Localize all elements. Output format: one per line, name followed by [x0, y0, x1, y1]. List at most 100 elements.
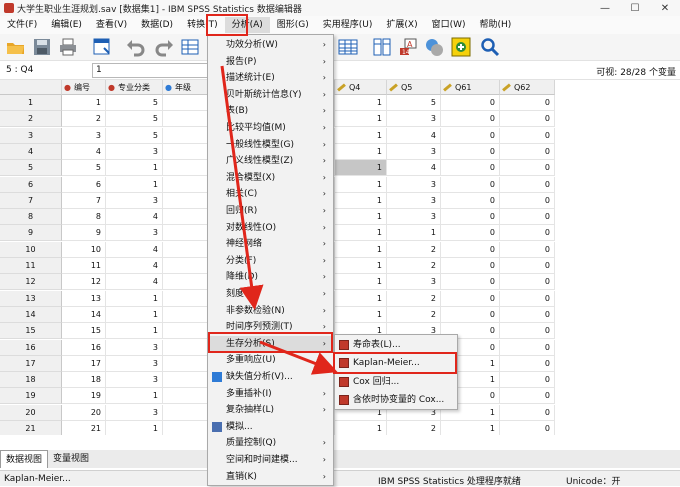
- row-number[interactable]: 5: [0, 160, 62, 177]
- table-cell[interactable]: 0: [500, 421, 555, 435]
- table-cell[interactable]: 1: [106, 388, 163, 405]
- table-cell[interactable]: 0: [441, 306, 500, 323]
- table-cell[interactable]: 1: [335, 241, 387, 258]
- recall-dialog-icon[interactable]: [92, 37, 112, 57]
- table-cell[interactable]: 0: [441, 225, 500, 242]
- analyze-menu-item[interactable]: 一般线性模型(G) ›: [208, 137, 333, 153]
- table-cell[interactable]: 20: [62, 404, 106, 421]
- table-cell[interactable]: 0: [441, 258, 500, 274]
- table-cell[interactable]: 0: [500, 372, 555, 389]
- analyze-menu-item[interactable]: 比较平均值(M) ›: [208, 120, 333, 136]
- table-cell[interactable]: 2: [387, 290, 441, 307]
- table-cell[interactable]: 0: [441, 95, 500, 111]
- row-number[interactable]: 17: [0, 355, 62, 372]
- table-cell[interactable]: 11: [62, 258, 106, 274]
- table-cell[interactable]: 0: [500, 225, 555, 242]
- table-cell[interactable]: 0: [441, 290, 500, 307]
- table-cell[interactable]: 3: [106, 143, 163, 160]
- table-cell[interactable]: 1: [441, 421, 500, 435]
- column-header[interactable]: ● 编号: [62, 80, 106, 95]
- survival-submenu-item[interactable]: 含依时协变量的 Cox...: [335, 391, 457, 409]
- analyze-menu-item[interactable]: 模拟...: [208, 419, 333, 435]
- table-cell[interactable]: 0: [441, 274, 500, 291]
- row-number[interactable]: 18: [0, 372, 62, 389]
- table-cell[interactable]: 19: [62, 388, 106, 405]
- close-button[interactable]: ✕: [650, 0, 680, 16]
- table-cell[interactable]: 2: [387, 241, 441, 258]
- row-number[interactable]: 8: [0, 209, 62, 226]
- split-file-icon[interactable]: [372, 37, 392, 57]
- table-cell[interactable]: 16: [62, 339, 106, 356]
- table-cell[interactable]: 1: [335, 306, 387, 323]
- table-cell[interactable]: 0: [500, 306, 555, 323]
- table-cell[interactable]: 4: [62, 143, 106, 160]
- table-cell[interactable]: 3: [106, 372, 163, 389]
- row-number[interactable]: 1: [0, 95, 62, 111]
- table-cell[interactable]: 0: [500, 160, 555, 177]
- table-cell[interactable]: 1: [387, 225, 441, 242]
- column-header[interactable]: ● 专业分类: [106, 80, 163, 95]
- table-cell[interactable]: 1: [106, 323, 163, 340]
- weight-cases-icon[interactable]: A14: [398, 37, 418, 57]
- table-cell[interactable]: 1: [335, 225, 387, 242]
- row-number[interactable]: 12: [0, 274, 62, 291]
- table-cell[interactable]: 1: [106, 176, 163, 193]
- redo-icon[interactable]: [154, 37, 174, 57]
- table-cell[interactable]: 3: [106, 404, 163, 421]
- analyze-menu-item[interactable]: 直销(K) ›: [208, 469, 333, 485]
- row-number[interactable]: 3: [0, 127, 62, 144]
- analyze-menu-item[interactable]: 功效分析(W) ›: [208, 37, 333, 53]
- table-cell[interactable]: 1: [335, 290, 387, 307]
- menu-g[interactable]: 图形(G): [270, 17, 316, 33]
- table-cell[interactable]: 0: [441, 111, 500, 128]
- table-cell[interactable]: 1: [335, 421, 387, 435]
- table-cell[interactable]: 0: [500, 241, 555, 258]
- table-cell[interactable]: 1: [62, 95, 106, 111]
- row-number[interactable]: 16: [0, 339, 62, 356]
- table-cell[interactable]: 0: [500, 339, 555, 356]
- analyze-menu-item[interactable]: 刻度(A) ›: [208, 286, 333, 302]
- table-cell[interactable]: 10: [62, 241, 106, 258]
- search-icon[interactable]: [480, 37, 500, 57]
- table-cell[interactable]: 1: [106, 290, 163, 307]
- table-cell[interactable]: 6: [62, 176, 106, 193]
- row-number[interactable]: 2: [0, 111, 62, 128]
- column-header[interactable]: Q61: [441, 80, 500, 95]
- goto-case-icon[interactable]: [180, 37, 200, 57]
- table-cell[interactable]: 2: [387, 421, 441, 435]
- row-number[interactable]: 9: [0, 225, 62, 242]
- table-cell[interactable]: 1: [335, 95, 387, 111]
- analyze-menu-item[interactable]: 空间和时间建模... ›: [208, 452, 333, 468]
- row-number[interactable]: 20: [0, 404, 62, 421]
- table-cell[interactable]: 3: [106, 339, 163, 356]
- analyze-menu-item[interactable]: 缺失值分析(V)...: [208, 369, 333, 385]
- table-cell[interactable]: 2: [387, 306, 441, 323]
- table-cell[interactable]: 0: [500, 323, 555, 340]
- table-cell[interactable]: 1: [335, 176, 387, 193]
- table-cell[interactable]: 0: [441, 209, 500, 226]
- table-cell[interactable]: 0: [500, 404, 555, 421]
- undo-icon[interactable]: [126, 37, 146, 57]
- table-cell[interactable]: 3: [387, 176, 441, 193]
- row-number[interactable]: 6: [0, 176, 62, 193]
- table-cell[interactable]: 1: [335, 143, 387, 160]
- table-cell[interactable]: 21: [62, 421, 106, 435]
- analyze-menu-item[interactable]: 对数线性(O) ›: [208, 220, 333, 236]
- table-cell[interactable]: 1: [106, 160, 163, 177]
- table-cell[interactable]: 3: [387, 209, 441, 226]
- menu-v[interactable]: 查看(V): [89, 17, 134, 33]
- table-cell[interactable]: 1: [335, 160, 387, 177]
- use-variable-sets-icon[interactable]: [451, 37, 471, 57]
- analyze-menu-item[interactable]: 描述统计(E) ›: [208, 70, 333, 86]
- analyze-menu-item[interactable]: 广义线性模型(Z) ›: [208, 153, 333, 169]
- table-cell[interactable]: 0: [441, 176, 500, 193]
- row-number[interactable]: 10: [0, 241, 62, 258]
- row-number[interactable]: 4: [0, 143, 62, 160]
- table-cell[interactable]: 0: [500, 388, 555, 405]
- table-cell[interactable]: 4: [387, 160, 441, 177]
- menu-w[interactable]: 窗口(W): [425, 17, 473, 33]
- table-cell[interactable]: 15: [62, 323, 106, 340]
- menu-u[interactable]: 实用程序(U): [316, 17, 380, 33]
- analyze-menu-item[interactable]: 神经网络 ›: [208, 236, 333, 252]
- row-number[interactable]: 21: [0, 421, 62, 435]
